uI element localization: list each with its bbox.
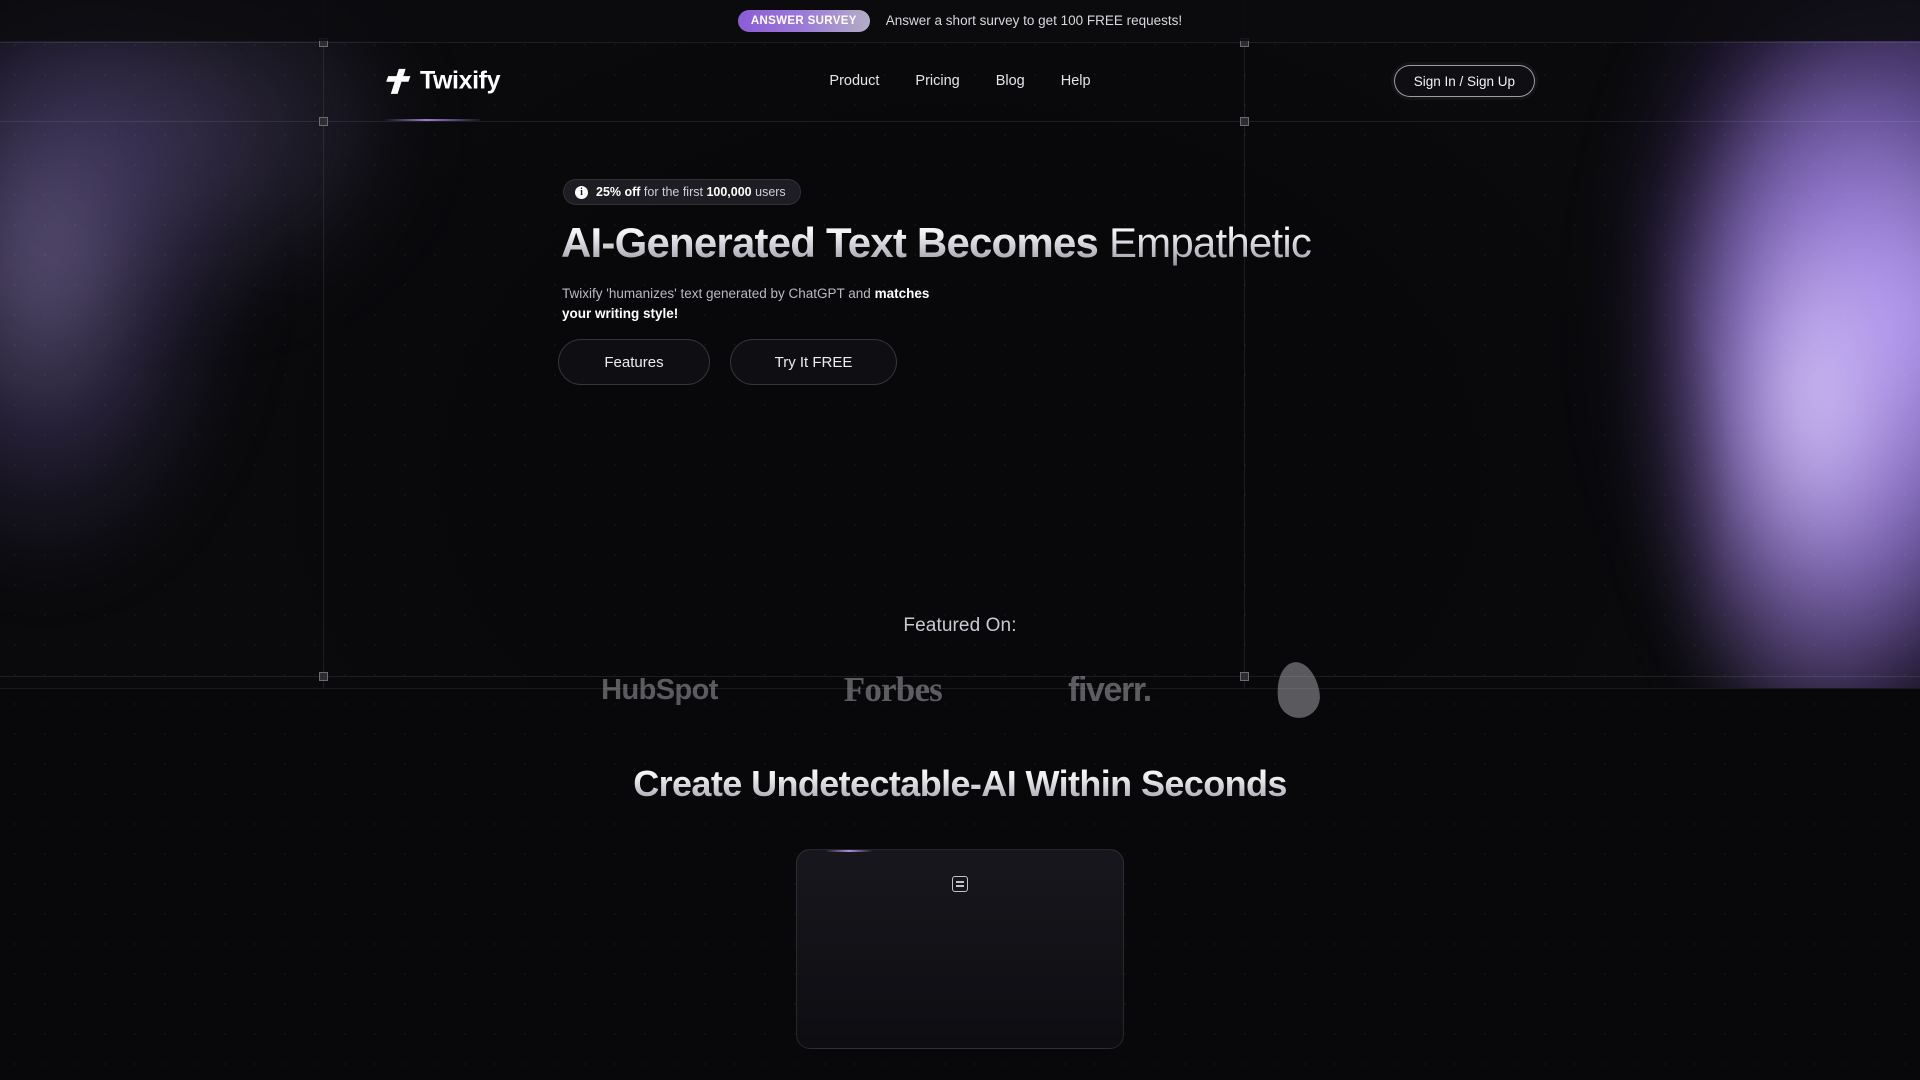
answer-survey-button[interactable]: ANSWER SURVEY [737, 9, 870, 32]
preview-card-accent [825, 850, 873, 852]
forbes-logo: Forbes [843, 664, 943, 716]
forbes-logo-text: Forbes [843, 670, 943, 709]
nav-item-product[interactable]: Product [829, 73, 879, 89]
hero-title-part1: AI-Generated Text Becomes [561, 219, 1099, 266]
fiverr-logo: fiverr. [1068, 664, 1152, 716]
try-it-free-button[interactable]: Try It FREE [730, 339, 897, 385]
main-navigation: Product Pricing Blog Help [829, 73, 1090, 89]
hero-subtitle-line1: Twixify 'humanizes' text generated by Ch… [562, 286, 875, 301]
promo-suffix: users [751, 185, 786, 199]
featured-on-section: Featured On: HubSpot Forbes fiverr. [180, 615, 1740, 721]
guide-line-horizontal-header [0, 121, 1920, 122]
promo-middle: for the first [640, 185, 707, 199]
egg-logo [1273, 659, 1323, 721]
undetectable-ai-section: Create Undetectable-AI Within Seconds [0, 688, 1920, 1080]
preview-card[interactable] [796, 849, 1124, 1049]
nav-item-help[interactable]: Help [1061, 73, 1091, 89]
hubspot-logo: HubSpot [601, 664, 718, 716]
hubspot-logo-text: HubSpot [601, 673, 718, 706]
hero-subtitle-bold1: matches [874, 286, 930, 301]
features-button[interactable]: Features [558, 339, 710, 385]
featured-on-title: Featured On: [903, 615, 1017, 636]
promo-badge-text: 25% off for the first 100,000 users [596, 185, 786, 199]
hero-subtitle: Twixify 'humanizes' text generated by Ch… [562, 284, 942, 324]
egg-logo-shape [1273, 659, 1323, 721]
document-icon [952, 876, 968, 892]
page-root: ANSWER SURVEY Answer a short survey to g… [0, 0, 1920, 1080]
sign-in-sign-up-button[interactable]: Sign In / Sign Up [1393, 65, 1535, 97]
promo-discount: 25% off [596, 185, 641, 199]
hero-cta-group: Features Try It FREE [558, 339, 897, 385]
nav-item-blog[interactable]: Blog [996, 73, 1025, 89]
info-icon: i [575, 185, 588, 199]
hero-title-part2: Empathetic [1108, 219, 1312, 266]
logo-text: Twixify [420, 66, 501, 95]
logo[interactable]: Twixify [385, 67, 500, 96]
twixify-logo-icon [386, 68, 411, 94]
hero-subtitle-bold2: your writing style! [562, 306, 679, 321]
banner-message: Answer a short survey to get 100 FREE re… [885, 13, 1183, 28]
featured-logo-row: HubSpot Forbes fiverr. [601, 659, 1323, 721]
announcement-banner: ANSWER SURVEY Answer a short survey to g… [0, 0, 1920, 41]
hero-title: AI-Generated Text Becomes Empathetic [561, 219, 1311, 267]
promo-badge: i 25% off for the first 100,000 users [563, 179, 801, 205]
nav-item-pricing[interactable]: Pricing [915, 73, 959, 89]
site-header: Twixify Product Pricing Blog Help Sign I… [0, 41, 1920, 121]
fiverr-logo-text: fiverr. [1068, 670, 1152, 709]
promo-user-count: 100,000 [706, 185, 752, 199]
section-title: Create Undetectable-AI Within Seconds [0, 763, 1920, 805]
